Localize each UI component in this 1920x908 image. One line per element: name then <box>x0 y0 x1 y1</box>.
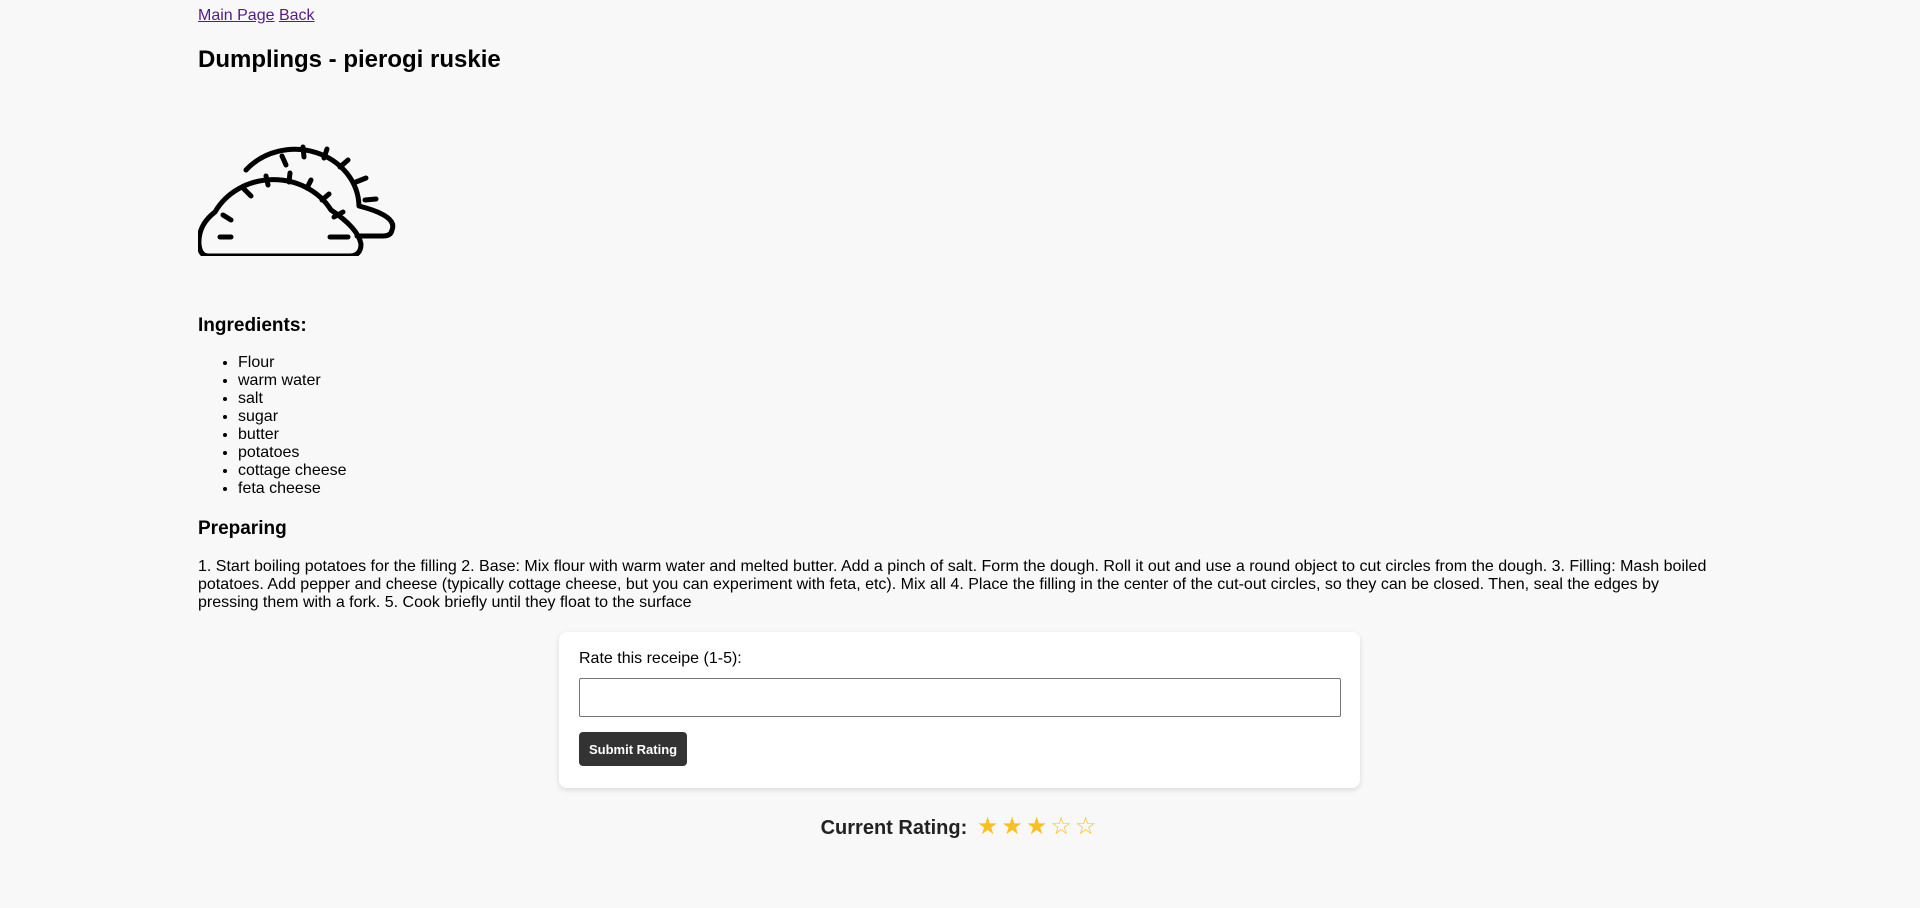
ingredient-item: feta cheese <box>238 480 1720 498</box>
current-rating: Current Rating: ★★★☆☆ <box>0 814 1920 841</box>
nav-links: Main Page Back <box>198 7 1720 25</box>
page-title: Dumplings - pierogi ruskie <box>198 46 501 73</box>
rating-label: Rate this receipe (1-5): <box>579 650 742 667</box>
ingredients-list: Flour warm water salt sugar butter potat… <box>198 354 1720 498</box>
ingredient-item: salt <box>238 390 1720 408</box>
recipe-page: Main Page Back Dumplings - pierogi ruski… <box>0 0 1920 908</box>
recipe-content: Main Page Back Dumplings - pierogi ruski… <box>198 0 1720 612</box>
main-page-link[interactable]: Main Page <box>198 7 275 24</box>
rating-input[interactable] <box>579 678 1341 717</box>
ingredient-item: sugar <box>238 408 1720 426</box>
back-link[interactable]: Back <box>279 7 315 24</box>
ingredient-item: butter <box>238 426 1720 444</box>
dumplings-icon <box>198 144 396 256</box>
rating-stars: ★★★☆☆ <box>976 813 1100 840</box>
ingredient-item: warm water <box>238 372 1720 390</box>
ingredient-item: Flour <box>238 354 1720 372</box>
rating-form: Rate this receipe (1-5): Submit Rating <box>559 632 1360 788</box>
preparing-heading: Preparing <box>198 518 287 539</box>
ingredient-item: cottage cheese <box>238 462 1720 480</box>
current-rating-label: Current Rating: <box>820 817 968 839</box>
submit-rating-button[interactable]: Submit Rating <box>579 732 688 766</box>
preparation-steps: 1. Start boiling potatoes for the fillin… <box>198 558 1707 611</box>
ingredients-heading: Ingredients: <box>198 315 307 336</box>
ingredient-item: potatoes <box>238 444 1720 462</box>
